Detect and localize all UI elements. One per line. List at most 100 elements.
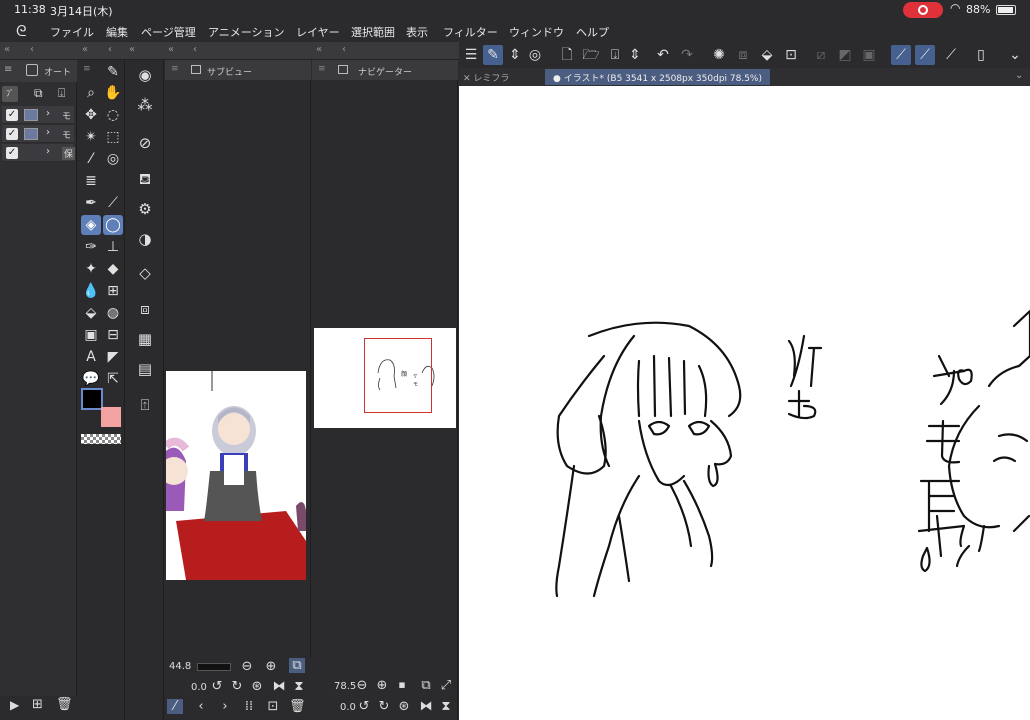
trash-icon[interactable]: 🗑 [289,699,306,714]
zoom-icon[interactable]: ⌕ [81,83,101,103]
menu-icon[interactable]: ≡ [318,64,326,74]
color-wheel-icon[interactable]: ◑ [135,228,155,250]
zoom-in-icon[interactable]: ⊕ [374,678,390,693]
menu-icon[interactable]: ☰ [461,45,481,65]
reset-rotation-icon[interactable]: ⊛ [396,699,412,714]
tab-remifura[interactable]: ✕ レミフラ [463,71,509,84]
navigator-zoom-value[interactable]: 78.5 [334,681,356,692]
pen-line-icon[interactable]: ⟋ [941,45,961,65]
fit-view-icon[interactable]: ⧉ [289,658,305,673]
gradient-lines-icon[interactable]: ≣ [81,171,101,191]
fountain-pen-icon[interactable]: ✑ [81,237,101,257]
collapse-left-icon[interactable]: « [129,44,135,55]
layer-visibility-checkbox[interactable]: ✓ [6,128,18,140]
zoom-out-icon[interactable]: ⊖ [239,659,255,674]
chevron-right-icon[interactable]: › [46,146,50,157]
grid-view-icon[interactable]: ⁞⁞ [241,699,257,714]
deselect-icon[interactable]: ⧄ [811,45,831,65]
pattern-icon[interactable]: ◍ [103,303,123,323]
flip-vertical-icon[interactable]: ⧗ [438,699,454,714]
move-icon[interactable]: ✥ [81,105,101,125]
menu-file[interactable]: ファイル [50,24,94,40]
sub-color-swatch[interactable] [101,407,121,427]
menu-edit[interactable]: 編集 [106,24,128,40]
chevron-right-icon[interactable]: › [46,108,50,119]
fill-bucket-icon[interactable]: ⬙ [757,45,777,65]
subview-zoom-slider[interactable] [197,663,231,671]
copy-layer-icon[interactable]: ⧉ [34,86,43,101]
flip-horizontal-icon[interactable]: ⧓ [271,679,287,694]
fill-icon[interactable]: ⬙ [81,303,101,323]
screen-record-icon[interactable] [903,2,943,18]
navigator-rotation-value[interactable]: 0.0 [340,702,356,713]
pen-pressure-icon[interactable]: ⟋ [891,45,911,65]
compass-icon[interactable]: ⊘ [135,132,155,154]
fullscreen-icon[interactable]: ⤢ [438,678,454,693]
record-icon[interactable]: ◉ [135,64,155,86]
material-icon[interactable]: ▦ [135,328,155,350]
menu-selection[interactable]: 選択範囲 [351,24,395,40]
fit-screen-icon[interactable]: ⧉ [418,678,434,693]
menu-window[interactable]: ウィンドウ [509,24,564,40]
layer-visibility-checkbox[interactable]: ✓ [6,147,18,159]
sparkle-icon[interactable]: ✦ [81,259,101,279]
subview-title[interactable]: サブビュー [207,65,252,78]
menu-view[interactable]: 表示 [406,24,428,40]
reference-image[interactable] [166,371,306,580]
redo-icon[interactable]: ↷ [677,45,697,65]
layer-row[interactable]: ✓ › モ [2,106,74,124]
brush-stabilize-icon[interactable]: ⟋ [915,45,935,65]
chevron-left-icon[interactable]: ‹ [193,44,197,55]
balloon-icon[interactable]: 💬 [81,369,101,389]
chevron-right-icon[interactable]: › [217,699,233,714]
menu-help[interactable]: ヘルプ [576,24,609,40]
collapse-left-icon[interactable]: « [82,44,88,55]
blend-icon[interactable]: 💧 [81,281,101,301]
zoom-in-icon[interactable]: ⊕ [263,659,279,674]
auto-select-icon[interactable]: ✴ [81,127,101,147]
menu-icon[interactable]: ≡ [83,64,91,74]
drops-icon[interactable]: ⁂ [135,94,155,116]
tab-illust[interactable]: ● イラスト* (B5 3541 x 2508px 350dpi 78.5%) [545,69,770,85]
smartphone-icon[interactable]: ▯ [971,45,991,65]
chevron-left-icon[interactable]: ‹ [108,44,112,55]
paint-bucket-icon[interactable]: ⛾ [135,168,155,190]
pen-settings-icon[interactable]: ✎ [103,62,123,82]
trash-icon[interactable]: 🗑 [56,697,73,712]
app-logo-icon[interactable]: ᘓ [16,22,27,40]
menu-layer[interactable]: レイヤー [296,24,340,40]
zoom-out-icon[interactable]: ⊖ [354,678,370,693]
menu-filter[interactable]: フィルター [443,24,498,40]
layer-visibility-checkbox[interactable]: ✓ [6,109,18,121]
chevron-down-icon[interactable]: ⌄ [1015,70,1023,81]
updown-icon[interactable]: ⇕ [505,45,525,65]
collapse-left-icon[interactable]: « [168,44,174,55]
brush-icon[interactable]: ⟋ [103,193,123,213]
updown-icon[interactable]: ⇕ [625,45,645,65]
invert-selection-icon[interactable]: ◩ [835,45,855,65]
blend-mode-select[interactable]: ﾌﾞ [2,86,18,102]
rotate-right-icon[interactable]: ↻ [376,699,392,714]
eyedropper-icon[interactable]: ⁄ [167,699,183,714]
export-icon[interactable]: ⍗ [58,86,65,101]
stop-icon[interactable]: ⏹ [394,678,410,693]
selection-lasso-icon[interactable]: ◯ [103,215,123,235]
open-file-icon[interactable]: 🗁 [581,45,601,65]
edit-icon[interactable]: ✎ [483,45,503,65]
reset-rotation-icon[interactable]: ⊛ [249,679,265,694]
navigator-title[interactable]: ナビゲーター [358,65,412,78]
hand-icon[interactable]: ✋ [103,83,123,103]
layer-stack-icon[interactable]: ⧈ [135,298,155,320]
selection-border-icon[interactable]: ▣ [859,45,879,65]
menu-animation[interactable]: アニメーション [208,24,285,40]
collapse-left-icon[interactable]: « [4,44,10,55]
frame-icon[interactable]: ⊟ [103,325,123,345]
flip-vertical-icon[interactable]: ⧗ [291,679,307,694]
grid-icon[interactable]: ⊞ [103,281,123,301]
spiral-icon[interactable]: ◎ [103,149,123,169]
settings-layer-icon[interactable]: ⚙ [135,198,155,220]
subview-rotation-value[interactable]: 0.0 [191,682,207,693]
undo-icon[interactable]: ↶ [653,45,673,65]
layers-icon[interactable]: ◇ [135,262,155,284]
collapse-left-icon[interactable]: « [316,44,322,55]
